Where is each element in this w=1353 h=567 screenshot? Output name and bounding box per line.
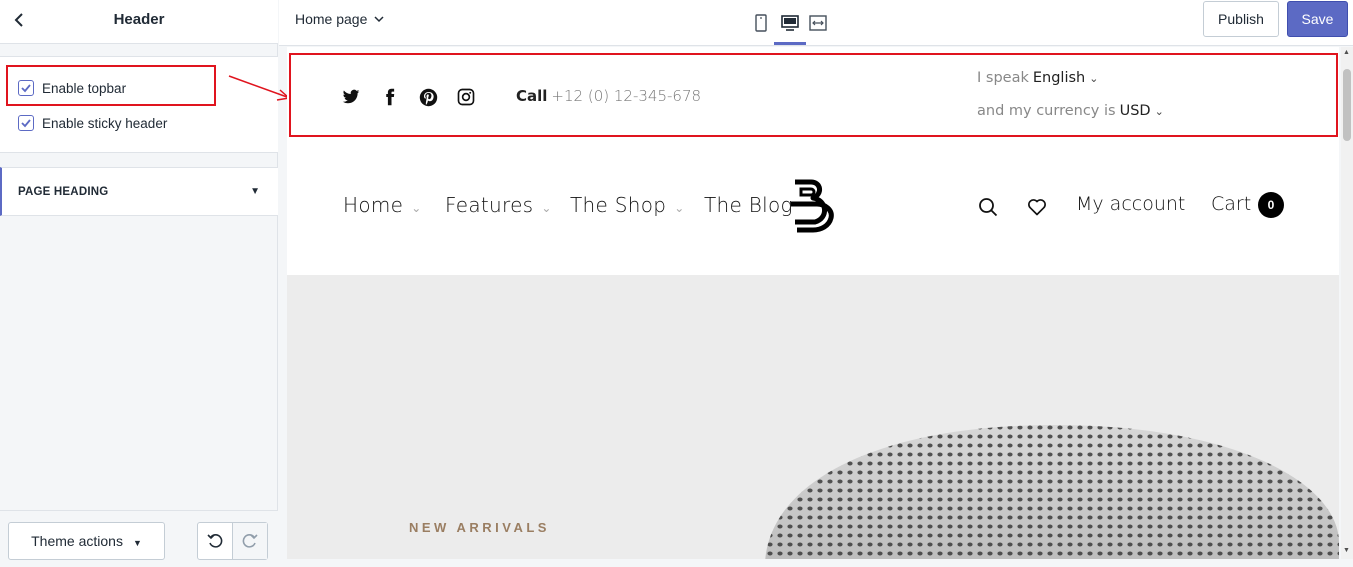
search-icon[interactable] <box>978 197 998 222</box>
nav-item-blog[interactable]: The Blog <box>704 193 793 217</box>
save-button[interactable]: Save <box>1287 1 1348 37</box>
my-account-link[interactable]: My account <box>1076 193 1185 215</box>
scroll-down-icon[interactable]: ▼ <box>1343 547 1350 554</box>
language-selector[interactable]: I speak English ⌄ <box>977 70 1098 86</box>
nav-item-home[interactable]: Home ⌄ <box>343 193 422 217</box>
chevron-down-icon: ⌄ <box>674 201 685 215</box>
chevron-down-icon: ⌄ <box>1089 72 1099 85</box>
theme-actions-label: Theme actions <box>31 533 123 549</box>
hero-eyebrow: NEW ARRIVALS <box>409 520 550 535</box>
scroll-thumb[interactable] <box>1343 69 1351 141</box>
chevron-down-icon <box>374 16 384 23</box>
twitter-icon[interactable] <box>342 88 360 106</box>
scroll-up-icon[interactable]: ▲ <box>1343 49 1350 56</box>
call-number[interactable]: +12 (0) 12-345-678 <box>551 87 701 105</box>
instagram-icon[interactable] <box>457 88 475 106</box>
cart-link[interactable]: Cart <box>1211 193 1251 215</box>
page-selector[interactable]: Home page <box>295 11 385 27</box>
sidebar-header: Header <box>0 0 278 44</box>
chevron-down-icon: ⌄ <box>541 201 552 215</box>
topbar-phone: Call +12 (0) 12-345-678 <box>516 87 701 105</box>
pinterest-icon[interactable] <box>419 88 438 107</box>
active-device-indicator <box>774 42 806 45</box>
lang-value[interactable]: English <box>1033 70 1085 86</box>
undo-redo-group <box>197 522 268 560</box>
editor-topbar: Home page Publish Save <box>279 0 1353 46</box>
sidebar-title: Header <box>113 11 165 28</box>
caret-down-icon: ▼ <box>250 186 260 197</box>
nav-label: Home <box>343 193 404 217</box>
nav-label: The Blog <box>704 193 793 217</box>
preview-scrollbar[interactable]: ▲ ▼ <box>1341 47 1353 559</box>
hero-banner: NEW ARRIVALS <box>287 275 1339 559</box>
page-heading-section[interactable]: PAGE HEADING ▼ <box>0 167 278 216</box>
facebook-icon[interactable] <box>381 88 399 106</box>
chevron-down-icon: ⌄ <box>1154 105 1164 118</box>
undo-icon <box>207 534 223 548</box>
nav-item-features[interactable]: Features ⌄ <box>445 193 552 217</box>
heart-icon[interactable] <box>1027 197 1047 222</box>
topbar-checkbox-highlight <box>6 65 216 106</box>
caret-down-icon: ▼ <box>132 538 142 548</box>
enable-sticky-header-checkbox[interactable]: Enable sticky header <box>18 113 167 133</box>
lang-prefix: I speak <box>977 70 1029 86</box>
fullscreen-icon[interactable] <box>807 12 829 34</box>
brand-logo[interactable] <box>787 178 837 236</box>
sidebar-footer: Theme actions ▼ <box>0 510 278 567</box>
theme-actions-button[interactable]: Theme actions ▼ <box>8 522 165 560</box>
chevron-down-icon: ⌄ <box>411 201 422 215</box>
nav-label: The Shop <box>570 193 667 217</box>
page-selector-label: Home page <box>295 11 368 27</box>
curr-value[interactable]: USD <box>1120 103 1151 119</box>
section-label: PAGE HEADING <box>18 186 109 198</box>
storefront-preview: Call +12 (0) 12-345-678 I speak English ⌄ a… <box>287 47 1339 559</box>
redo-button[interactable] <box>232 523 267 559</box>
annotation-arrow <box>228 75 291 101</box>
desktop-icon[interactable] <box>779 12 801 34</box>
cart-count-badge: 0 <box>1258 192 1284 218</box>
currency-selector[interactable]: and my currency is USD ⌄ <box>977 103 1164 119</box>
redo-icon <box>242 534 258 548</box>
call-label: Call <box>516 87 548 105</box>
topbar-highlight <box>289 53 1338 137</box>
undo-button[interactable] <box>198 523 232 559</box>
mobile-icon[interactable] <box>750 12 772 34</box>
nav-item-shop[interactable]: The Shop ⌄ <box>570 193 685 217</box>
enable-sticky-header-label: Enable sticky header <box>42 115 168 131</box>
publish-button[interactable]: Publish <box>1203 1 1279 37</box>
device-preview-toggle <box>745 8 833 46</box>
speaker-image <box>765 425 1339 559</box>
curr-prefix: and my currency is <box>977 103 1116 119</box>
checkbox-checked-icon[interactable] <box>18 115 34 131</box>
nav-label: Features <box>445 193 534 217</box>
